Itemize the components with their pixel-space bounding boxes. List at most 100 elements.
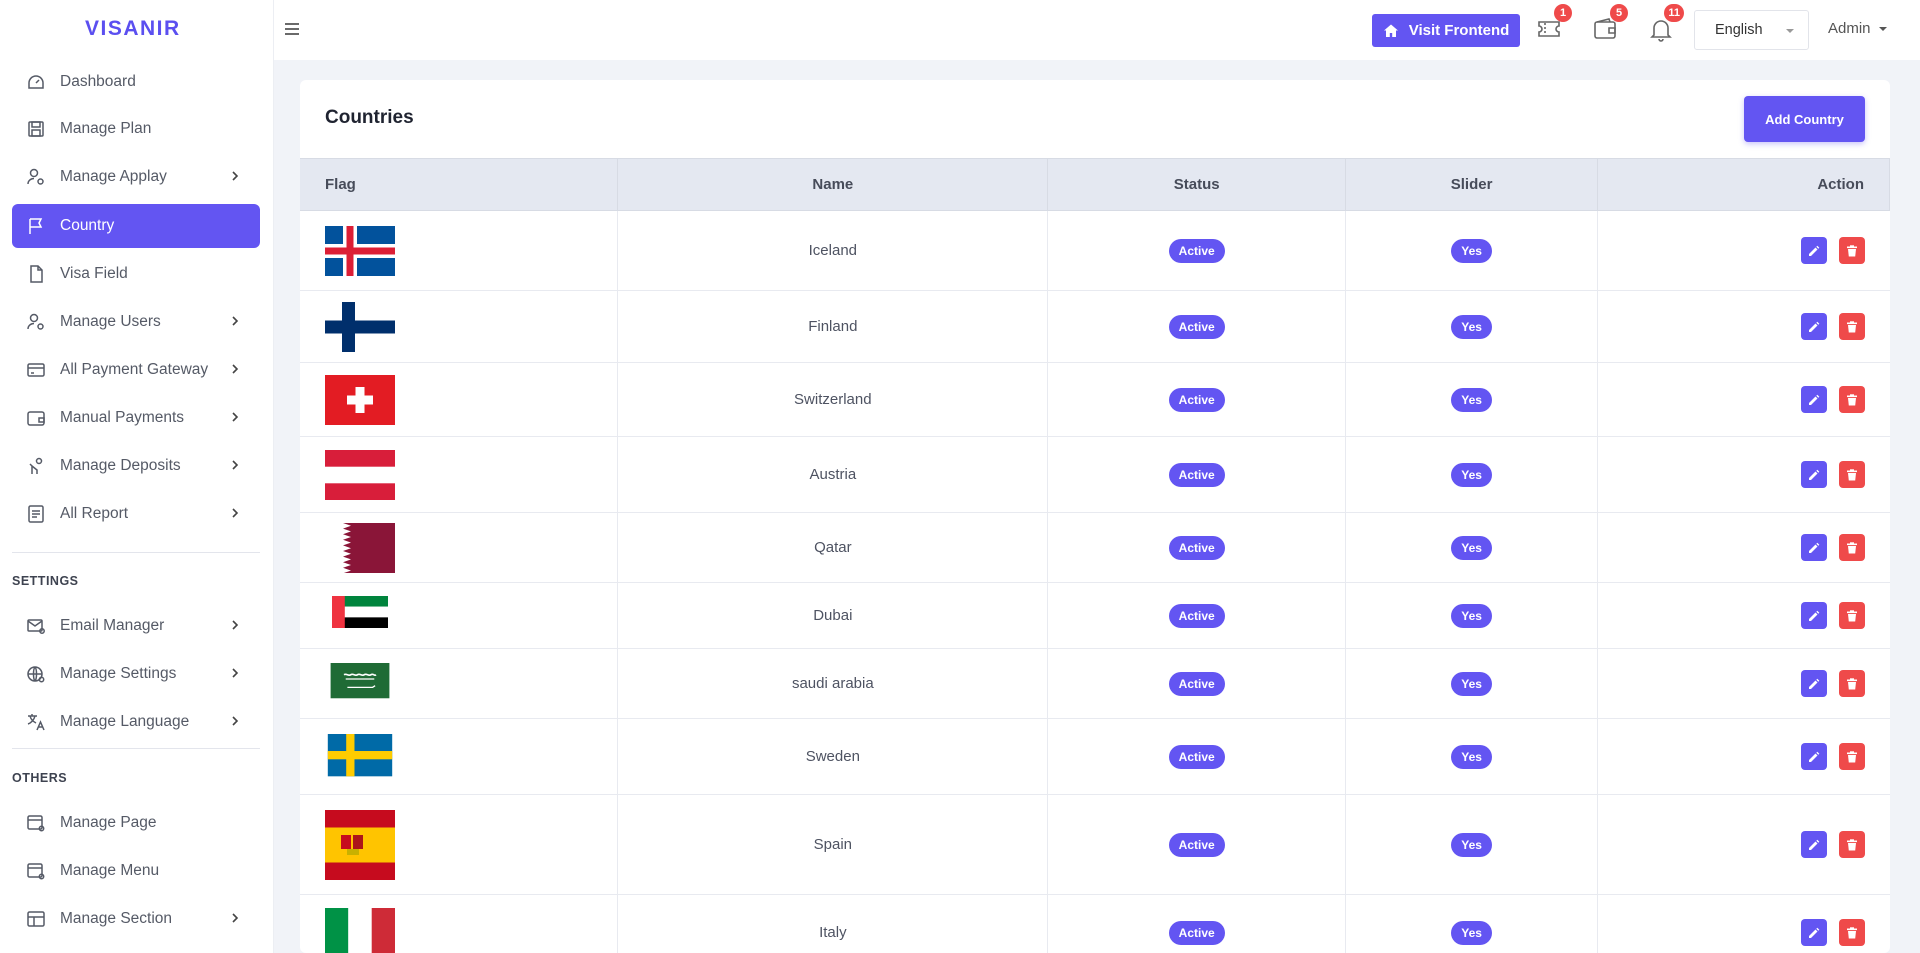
pencil-icon (1809, 678, 1820, 689)
flag-spain (325, 809, 395, 880)
edit-button[interactable] (1801, 602, 1828, 629)
country-name: saudi arabia (617, 648, 1048, 719)
sidebar-item-manage-applay[interactable]: Manage Applay (12, 155, 260, 199)
user-menu[interactable]: Admin (1828, 20, 1887, 37)
sidebar-item-label: Manage Section (60, 910, 173, 927)
chevron-right-icon (232, 913, 239, 923)
action-cell (1597, 436, 1890, 513)
trash-icon (1846, 244, 1857, 256)
trash-icon (1846, 541, 1857, 553)
sidebar-item-manage-plan[interactable]: Manage Plan (12, 107, 260, 151)
language-select[interactable]: English (1694, 10, 1809, 50)
flag-cell (300, 290, 618, 363)
country-name: Switzerland (617, 362, 1048, 437)
sidebar-item-visa-field[interactable]: Visa Field (12, 252, 260, 296)
sidebar-item-country[interactable]: Country (12, 204, 260, 248)
delete-button[interactable] (1838, 461, 1865, 488)
layout-icon (26, 909, 46, 929)
table-row: Iceland Active Yes (300, 210, 1890, 291)
chevron-right-icon (232, 508, 239, 518)
edit-button[interactable] (1801, 831, 1828, 858)
sidebar-divider (12, 748, 260, 749)
visit-frontend-button[interactable]: Visit Frontend (1372, 14, 1520, 47)
visit-frontend-label: Visit Frontend (1408, 22, 1510, 39)
sidebar-item-email-manager[interactable]: Email Manager (12, 604, 260, 648)
country-name: Italy (617, 894, 1048, 953)
sidebar-item-label: Manage Deposits (60, 457, 181, 474)
sidebar-item-manage-settings[interactable]: Manage Settings (12, 652, 260, 696)
edit-button[interactable] (1801, 237, 1828, 264)
delete-button[interactable] (1838, 831, 1865, 858)
edit-button[interactable] (1801, 919, 1828, 946)
delete-button[interactable] (1838, 670, 1865, 697)
edit-button[interactable] (1801, 534, 1828, 561)
sidebar-item-manage-menu[interactable]: Manage Menu (12, 849, 260, 893)
sidebar-item-manage-users[interactable]: Manage Users (12, 300, 260, 344)
save-icon (26, 119, 46, 139)
sidebar-item-label: All Report (60, 505, 129, 522)
sidebar-item-label: Manage Settings (60, 665, 177, 682)
pencil-icon (1809, 839, 1820, 850)
sidebar-item-label: Country (60, 217, 115, 234)
wallet-button[interactable]: 5 (1592, 4, 1628, 42)
delete-button[interactable] (1838, 602, 1865, 629)
language-select-value: English (1715, 22, 1763, 38)
flag-cell (300, 794, 618, 895)
notifications-badge: 11 (1664, 4, 1684, 22)
notifications-button[interactable]: 11 (1648, 4, 1684, 42)
delete-button[interactable] (1838, 313, 1865, 340)
edit-button[interactable] (1801, 461, 1828, 488)
slider-cell: Yes (1345, 894, 1598, 953)
sidebar-item-manage-section[interactable]: Manage Section (12, 897, 260, 941)
country-name: Austria (617, 436, 1048, 513)
edit-button[interactable] (1801, 386, 1828, 413)
sidebar-divider (12, 552, 260, 553)
delete-button[interactable] (1838, 237, 1865, 264)
action-cell (1597, 512, 1890, 583)
delete-button[interactable] (1838, 534, 1865, 561)
column-header-status: Status (1047, 158, 1347, 211)
dashboard-icon (26, 72, 46, 92)
flag-cell (300, 362, 618, 437)
countries-card: Countries Add Country Flag Name Status S… (300, 80, 1890, 953)
action-cell (1597, 648, 1890, 719)
flag-switzerland (325, 374, 395, 425)
edit-button[interactable] (1801, 670, 1828, 697)
sidebar-item-all-report[interactable]: All Report (12, 492, 260, 536)
tickets-button[interactable]: 1 (1536, 4, 1572, 42)
tickets-badge: 1 (1554, 4, 1572, 22)
edit-button[interactable] (1801, 743, 1828, 770)
slider-badge: Yes (1451, 920, 1492, 945)
menu-gear-icon (26, 861, 46, 881)
action-cell (1597, 362, 1890, 437)
hand-coin-icon (26, 456, 46, 476)
action-cell (1597, 290, 1890, 363)
sidebar-item-manage-page[interactable]: Manage Page (12, 801, 260, 845)
brand-logo[interactable]: VISANIR (0, 0, 273, 58)
credit-card-icon (26, 360, 46, 380)
column-header-name: Name (617, 158, 1049, 211)
flag-iceland (325, 225, 395, 276)
slider-badge: Yes (1451, 535, 1492, 560)
sidebar-item-label: Manual Payments (60, 409, 185, 426)
status-cell: Active (1047, 210, 1346, 291)
report-icon (26, 504, 46, 524)
add-country-button[interactable]: Add Country (1744, 96, 1865, 142)
edit-button[interactable] (1801, 313, 1828, 340)
delete-button[interactable] (1838, 743, 1865, 770)
slider-cell: Yes (1345, 290, 1598, 363)
slider-badge: Yes (1451, 744, 1492, 769)
sidebar-item-manage-language[interactable]: Manage Language (12, 700, 260, 744)
table-row: Finland Active Yes (300, 290, 1890, 363)
sidebar-item-manage-deposits[interactable]: Manage Deposits (12, 444, 260, 488)
sidebar-item-all-payment-gateway[interactable]: All Payment Gateway (12, 348, 260, 392)
trash-icon (1846, 320, 1857, 332)
delete-button[interactable] (1838, 386, 1865, 413)
hamburger-menu-icon[interactable] (282, 18, 302, 40)
table-row: Dubai Active Yes (300, 582, 1890, 649)
sidebar-item-manual-payments[interactable]: Manual Payments (12, 396, 260, 440)
country-name: Finland (617, 290, 1048, 363)
delete-button[interactable] (1838, 919, 1865, 946)
sidebar-item-dashboard[interactable]: Dashboard (12, 60, 260, 104)
user-gear-icon (26, 312, 46, 332)
